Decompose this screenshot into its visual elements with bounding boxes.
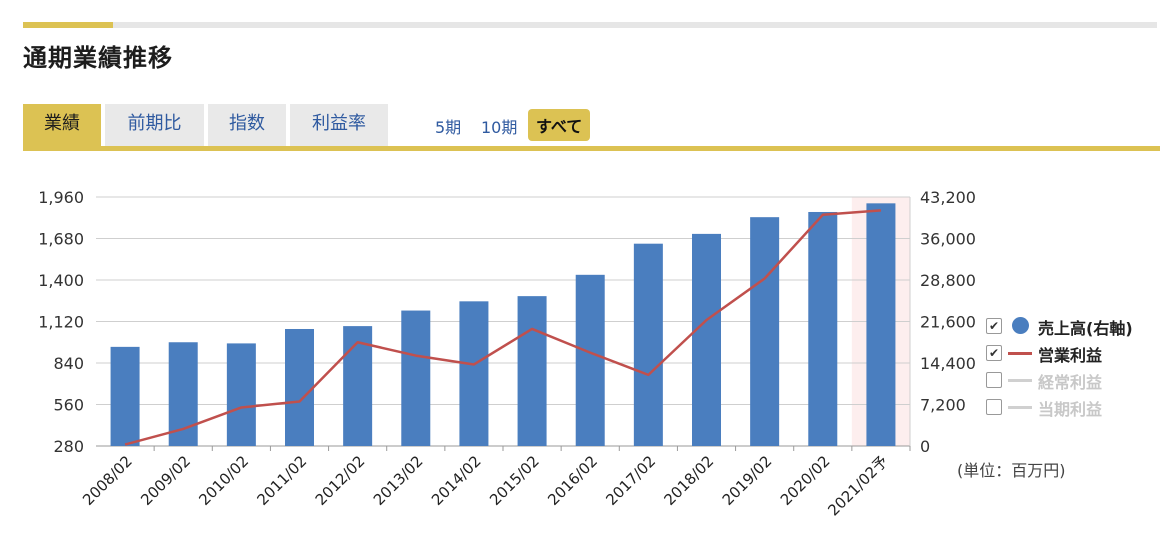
legend-checkbox-ordinary-profit[interactable] (986, 372, 1002, 388)
sales-bar (110, 346, 140, 446)
sales-bar (401, 310, 431, 446)
legend-checkbox-operating-profit[interactable]: ✔ (986, 345, 1002, 361)
line-icon (1008, 406, 1032, 409)
legend-item-sales[interactable]: ✔ 売上高(右軸) (986, 315, 1156, 338)
x-tick-label: 2011/02 (254, 452, 311, 509)
line-icon (1008, 352, 1032, 355)
sales-bar (575, 274, 605, 446)
right-tick-label: 36,000 (920, 230, 976, 249)
right-tick-label: 43,200 (920, 188, 976, 207)
x-tick-label: 2014/02 (428, 452, 485, 509)
line-icon (1008, 379, 1032, 382)
legend-checkbox-net-profit[interactable] (986, 399, 1002, 415)
sales-bar (808, 211, 838, 446)
left-tick-label: 1,120 (38, 313, 84, 332)
right-tick-label: 14,400 (920, 354, 976, 373)
right-tick-label: 21,600 (920, 313, 976, 332)
sales-bar (459, 301, 489, 446)
unit-note: (単位：百万円) (957, 461, 1066, 480)
sales-bar (517, 296, 547, 446)
left-tick-label: 1,680 (38, 230, 84, 249)
x-tick-label: 2021/02予 (824, 452, 891, 519)
x-tick-label: 2020/02 (777, 452, 834, 509)
legend-label-net-profit: 当期利益 (1038, 400, 1103, 419)
x-tick-label: 2016/02 (544, 452, 601, 509)
left-tick-label: 280 (53, 437, 84, 456)
left-tick-label: 840 (53, 354, 84, 373)
sales-bar (285, 328, 314, 446)
x-tick-label: 2018/02 (661, 452, 718, 509)
x-tick-label: 2012/02 (312, 452, 369, 509)
x-tick-label: 2009/02 (137, 452, 194, 509)
x-tick-label: 2017/02 (602, 452, 659, 509)
x-tick-label: 2013/02 (370, 452, 427, 509)
left-tick-label: 1,400 (38, 271, 84, 290)
legend-item-operating-profit[interactable]: ✔ 営業利益 (986, 342, 1156, 365)
x-tick-label: 2019/02 (719, 452, 776, 509)
circle-icon (1012, 317, 1029, 334)
right-tick-label: 28,800 (920, 271, 976, 290)
x-tick-label: 2010/02 (195, 452, 252, 509)
legend-label-sales: 売上高(右軸) (1038, 319, 1133, 338)
sales-bar (750, 217, 780, 446)
sales-bar (226, 343, 256, 446)
x-tick-label: 2015/02 (486, 452, 543, 509)
sales-bar (692, 233, 721, 446)
legend-label-operating-profit: 営業利益 (1038, 346, 1103, 365)
legend-checkbox-sales[interactable]: ✔ (986, 318, 1002, 334)
left-tick-label: 1,960 (38, 188, 84, 207)
legend-item-net-profit[interactable]: 当期利益 (986, 396, 1156, 419)
sales-bar (633, 243, 663, 446)
sales-bar (866, 203, 896, 446)
left-tick-label: 560 (53, 396, 84, 415)
right-tick-label: 7,200 (920, 396, 966, 415)
legend-label-ordinary-profit: 経常利益 (1038, 373, 1103, 392)
right-tick-label: 0 (920, 437, 930, 456)
x-tick-label: 2008/02 (79, 452, 136, 509)
legend-item-ordinary-profit[interactable]: 経常利益 (986, 369, 1156, 392)
